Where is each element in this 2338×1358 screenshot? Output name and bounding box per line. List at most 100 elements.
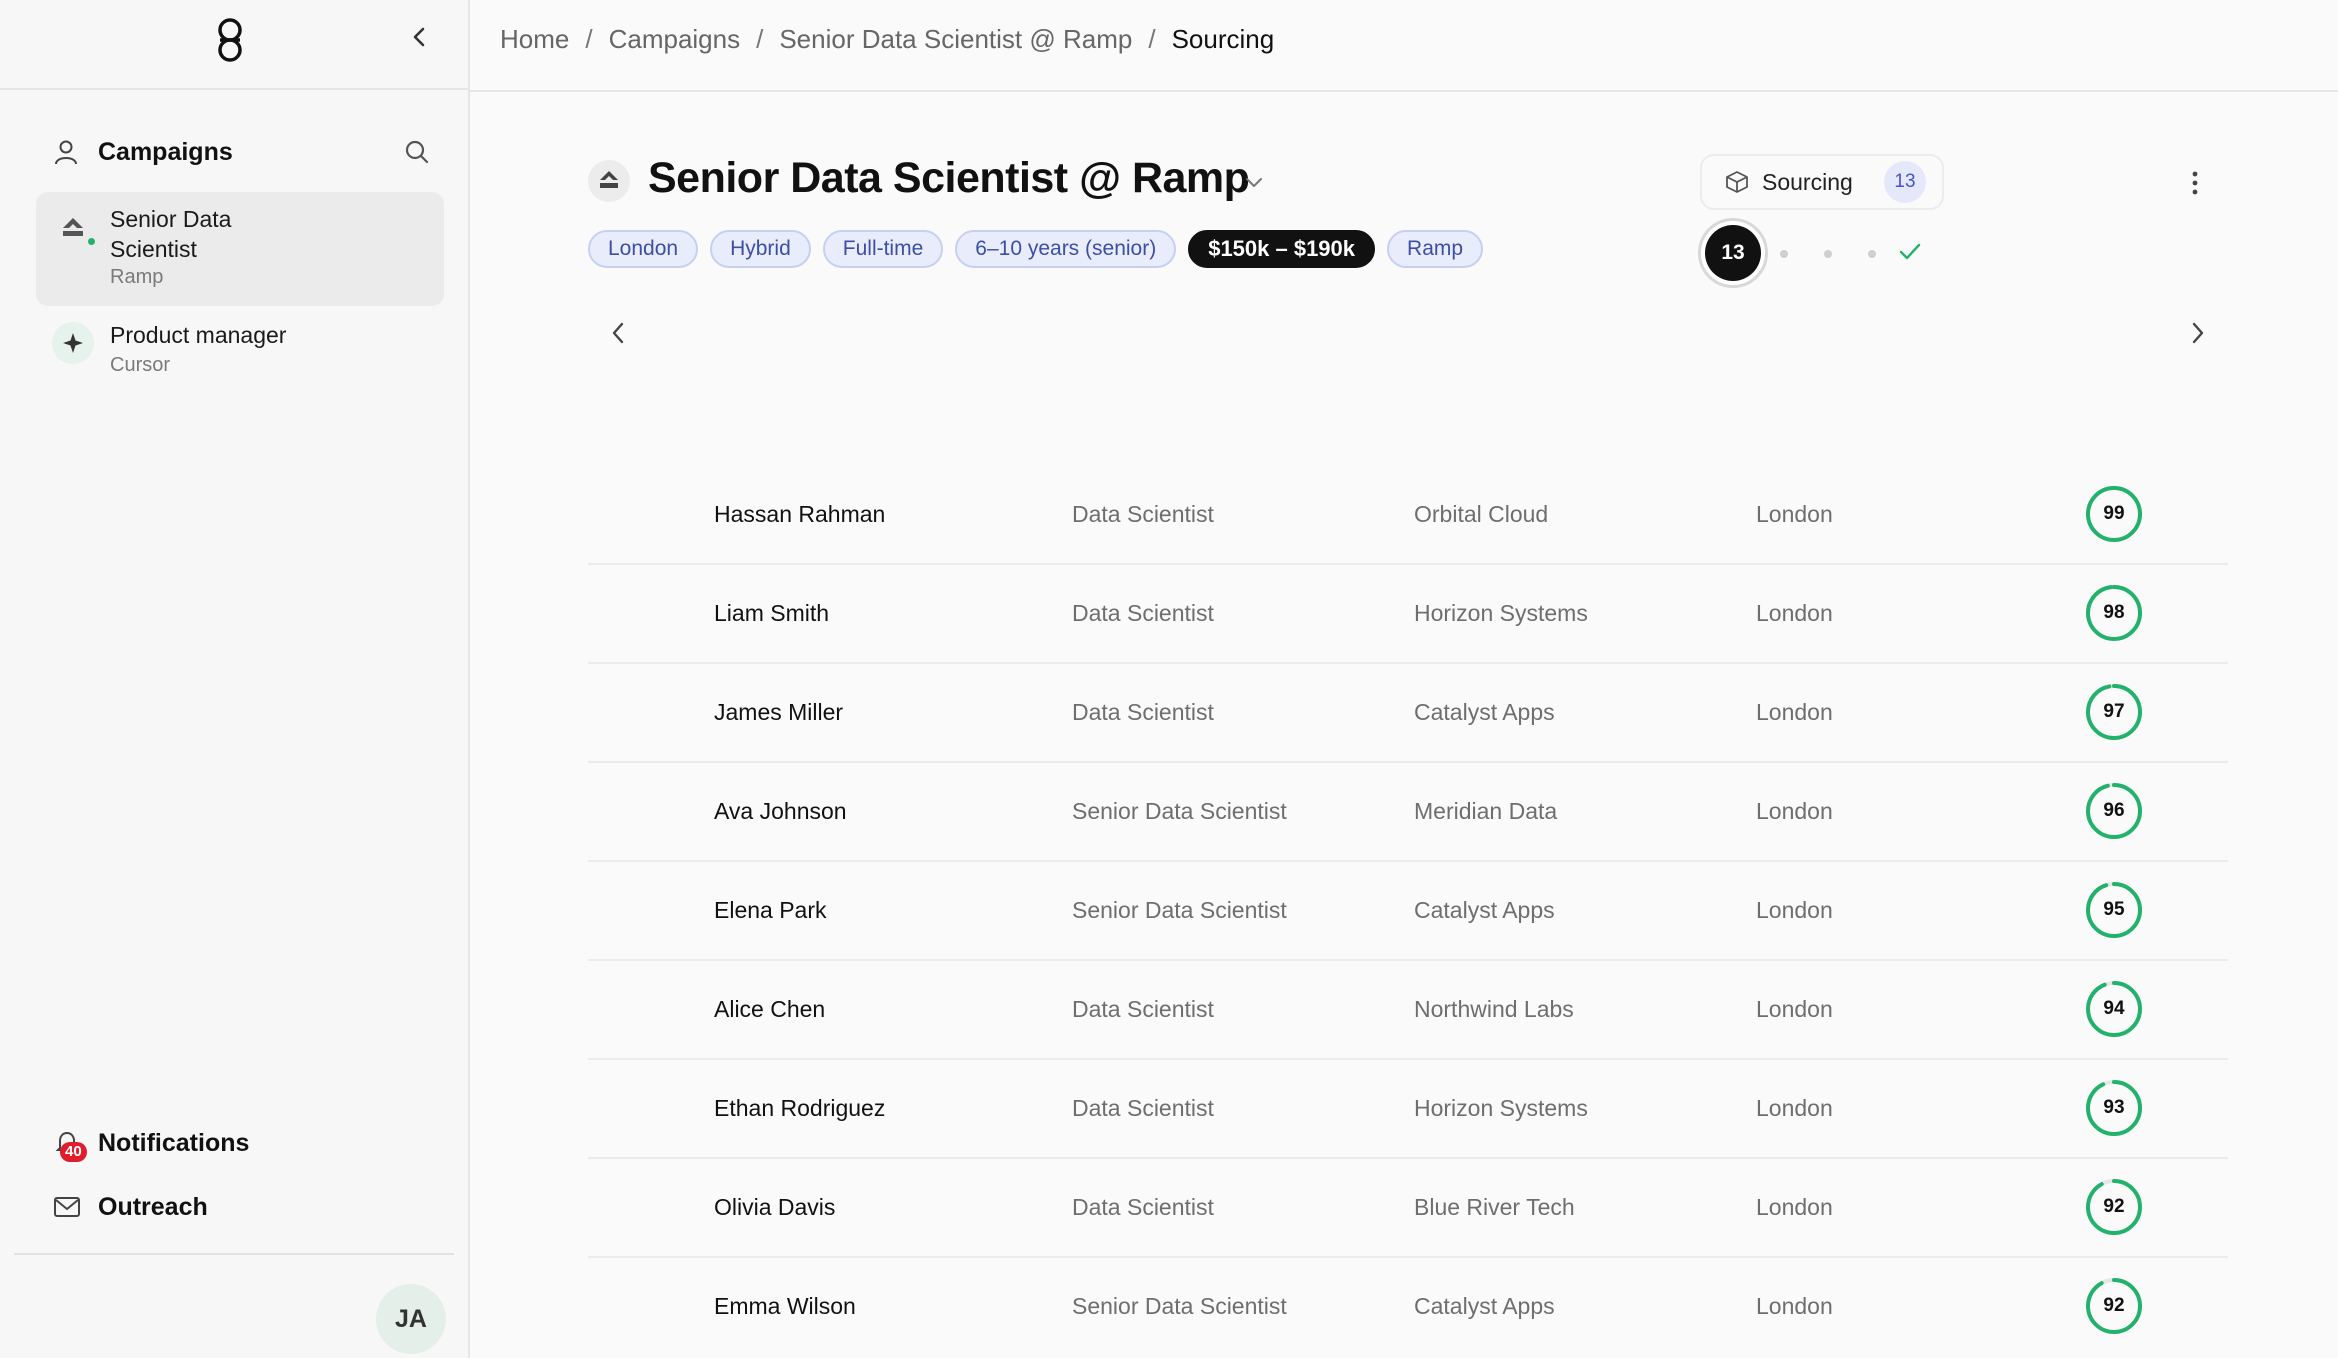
campaign-title: Product manager: [110, 322, 287, 348]
match-score: 99: [2084, 484, 2144, 544]
score-value: 96: [2103, 800, 2125, 821]
score-value: 97: [2103, 701, 2125, 722]
score-value: 95: [2103, 899, 2125, 920]
candidate-table: Hassan Rahman Data Scientist Orbital Clo…: [588, 466, 2228, 1357]
sidebar-divider: [14, 1253, 454, 1255]
notifications-link[interactable]: 40 Notifications: [52, 1128, 412, 1162]
sidebar-header: [0, 0, 468, 90]
match-score: 92: [2084, 1276, 2144, 1336]
top-bar: Home / Campaigns / Senior Data Scientist…: [470, 0, 2338, 92]
logo-icon[interactable]: [212, 16, 248, 64]
stepper-dot[interactable]: [1824, 250, 1832, 258]
score-value: 92: [2103, 1295, 2125, 1316]
candidate-row[interactable]: Alice Chen Data Scientist Northwind Labs…: [588, 961, 2228, 1060]
breadcrumb-campaign[interactable]: Senior Data Scientist @ Ramp: [779, 24, 1132, 55]
candidate-row[interactable]: Liam Smith Data Scientist Horizon System…: [588, 565, 2228, 664]
candidate-company: Catalyst Apps: [1414, 1293, 1555, 1319]
candidate-role: Data Scientist: [1072, 1194, 1214, 1220]
collapse-sidebar-icon[interactable]: [404, 22, 434, 52]
score-value: 98: [2103, 602, 2125, 623]
candidate-company: Blue River Tech: [1414, 1194, 1575, 1220]
notifications-badge: 40: [60, 1142, 87, 1162]
candidate-location: London: [1756, 699, 1833, 725]
user-avatar[interactable]: JA: [376, 1284, 446, 1354]
campaign-title: Senior Data Scientist: [110, 206, 232, 262]
breadcrumb-home[interactable]: Home: [500, 24, 569, 55]
candidate-location: London: [1756, 996, 1833, 1022]
tag-company[interactable]: Ramp: [1387, 230, 1484, 268]
stepper-current-step[interactable]: 13: [1698, 218, 1768, 288]
stepper-dot[interactable]: [1868, 250, 1876, 258]
breadcrumb-campaigns[interactable]: Campaigns: [609, 24, 741, 55]
match-score: 93: [2084, 1078, 2144, 1138]
candidate-row[interactable]: Emma Wilson Senior Data Scientist Cataly…: [588, 1258, 2228, 1357]
pipeline-stepper: 13: [1698, 218, 1938, 288]
bell-icon: 40: [52, 1128, 87, 1162]
score-value: 92: [2103, 1196, 2125, 1217]
stage-selector[interactable]: Sourcing 13: [1700, 154, 1944, 210]
match-score: 98: [2084, 583, 2144, 643]
next-arrow-icon[interactable]: [2186, 318, 2210, 348]
candidate-role: Data Scientist: [1072, 501, 1214, 527]
campaign-item-product-manager[interactable]: Product manager Cursor: [36, 312, 444, 388]
candidate-company: Catalyst Apps: [1414, 699, 1555, 725]
tag-location[interactable]: London: [588, 230, 699, 268]
tag-work-mode[interactable]: Hybrid: [710, 230, 811, 268]
candidate-location: London: [1756, 897, 1833, 923]
candidate-name: Emma Wilson: [714, 1293, 856, 1319]
candidate-role: Senior Data Scientist: [1072, 798, 1287, 824]
more-options-icon[interactable]: [2184, 166, 2206, 200]
match-score: 97: [2084, 682, 2144, 742]
search-icon[interactable]: [402, 137, 432, 167]
candidate-name: Olivia Davis: [714, 1194, 836, 1220]
tag-salary[interactable]: $150k – $190k: [1188, 230, 1376, 268]
candidate-role: Data Scientist: [1072, 600, 1214, 626]
stepper-dot[interactable]: [1780, 250, 1788, 258]
candidate-name: Alice Chen: [714, 996, 826, 1022]
campaign-item-senior-data-scientist[interactable]: Senior Data Scientist Ramp: [36, 192, 444, 306]
tag-employment-type[interactable]: Full-time: [822, 230, 944, 268]
stage-count-badge: 13: [1884, 161, 1926, 203]
candidate-company: Meridian Data: [1414, 798, 1558, 824]
candidate-location: London: [1756, 501, 1833, 527]
campaigns-header: Campaigns: [52, 130, 432, 174]
candidate-company: Catalyst Apps: [1414, 897, 1555, 923]
candidate-name: Ethan Rodriguez: [714, 1095, 886, 1121]
check-icon[interactable]: [1896, 238, 1924, 266]
candidate-company: Northwind Labs: [1414, 996, 1574, 1022]
score-value: 93: [2103, 1097, 2125, 1118]
stepper-current-count: 13: [1705, 225, 1761, 281]
candidate-role: Data Scientist: [1072, 699, 1214, 725]
candidate-row[interactable]: Ethan Rodriguez Data Scientist Horizon S…: [588, 1060, 2228, 1159]
match-score: 92: [2084, 1177, 2144, 1237]
person-icon: [55, 140, 77, 165]
candidate-row[interactable]: Ava Johnson Senior Data Scientist Meridi…: [588, 763, 2228, 862]
candidate-location: London: [1756, 798, 1833, 824]
candidate-company: Horizon Systems: [1414, 600, 1588, 626]
score-value: 94: [2103, 998, 2125, 1019]
candidate-row[interactable]: Hassan Rahman Data Scientist Orbital Clo…: [588, 466, 2228, 565]
tag-experience[interactable]: 6–10 years (senior): [955, 230, 1177, 268]
candidate-name: Elena Park: [714, 897, 827, 923]
score-value: 99: [2103, 503, 2125, 524]
breadcrumb: Home / Campaigns / Senior Data Scientist…: [500, 24, 1274, 55]
candidate-location: London: [1756, 1095, 1833, 1121]
candidate-name: Ava Johnson: [714, 798, 847, 824]
sparkle-icon: [52, 322, 94, 364]
breadcrumb-current: Sourcing: [1171, 24, 1275, 54]
candidate-name: Hassan Rahman: [714, 501, 886, 527]
chevron-down-icon[interactable]: [1242, 170, 1266, 194]
previous-arrow-icon[interactable]: [606, 318, 630, 348]
page-title: Senior Data Scientist @ Ramp: [648, 154, 1250, 202]
candidate-row[interactable]: James Miller Data Scientist Catalyst App…: [588, 664, 2228, 763]
outreach-link[interactable]: Outreach: [52, 1192, 412, 1222]
candidate-role: Data Scientist: [1072, 1095, 1214, 1121]
candidate-row[interactable]: Olivia Davis Data Scientist Blue River T…: [588, 1159, 2228, 1258]
candidate-role: Senior Data Scientist: [1072, 1293, 1287, 1319]
candidate-row[interactable]: Elena Park Senior Data Scientist Catalys…: [588, 862, 2228, 961]
match-score: 95: [2084, 880, 2144, 940]
match-score: 94: [2084, 979, 2144, 1039]
candidate-role: Data Scientist: [1072, 996, 1214, 1022]
outreach-label: Outreach: [98, 1192, 208, 1221]
candidate-company: Orbital Cloud: [1414, 501, 1549, 527]
